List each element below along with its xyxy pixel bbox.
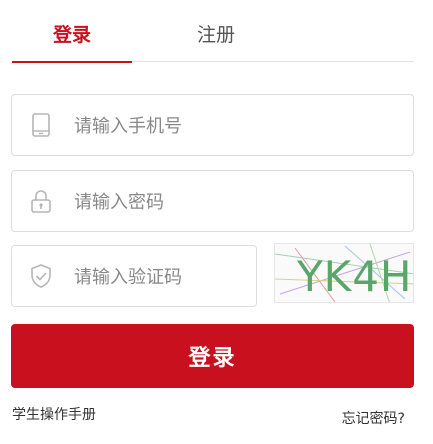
tab-register[interactable]: 注册 [156,0,276,62]
password-field [11,170,414,232]
captcha-image[interactable]: YK4H [274,243,414,303]
verification-code-input[interactable] [74,260,244,294]
verification-code-field [11,245,257,307]
login-button[interactable]: 登录 [11,324,414,388]
lock-icon [28,188,54,214]
shield-check-icon [28,263,54,289]
phone-field [11,94,414,156]
phone-input[interactable] [74,109,394,143]
captcha-text: YK4H [296,252,413,301]
password-input[interactable] [74,185,394,219]
student-manual-link[interactable]: 学生操作手册 [12,404,96,424]
phone-icon [28,112,54,138]
auth-tabs: 登录 注册 [12,0,414,63]
forgot-password-link[interactable]: 忘记密码? [342,408,405,428]
tab-login[interactable]: 登录 [12,0,132,63]
